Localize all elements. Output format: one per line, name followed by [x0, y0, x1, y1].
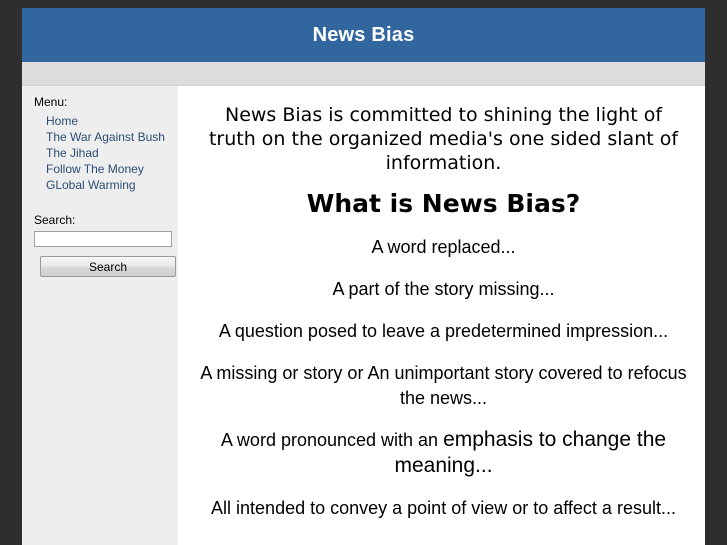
list-item: GLobal Warming: [46, 177, 178, 193]
list-item: The War Against Bush: [46, 129, 178, 145]
emphasis-lead-text: A word pronounced with an: [220, 430, 444, 450]
sidebar: Menu: Home The War Against Bush The Jiha…: [22, 86, 178, 545]
closing-paragraph: All intended to convey a point of view o…: [211, 498, 676, 518]
search-input[interactable]: [34, 231, 172, 247]
content-columns: Menu: Home The War Against Bush The Jiha…: [22, 86, 705, 545]
page-container: News Bias Menu: Home The War Against Bus…: [22, 8, 705, 545]
search-button[interactable]: Search: [40, 256, 176, 277]
body-paragraph-5: A word pronounced with an emphasis to ch…: [200, 427, 687, 479]
intro-paragraph: News Bias is committed to shining the li…: [208, 104, 679, 174]
site-header: News Bias: [22, 8, 705, 62]
sidebar-item-the-jihad[interactable]: The Jihad: [46, 146, 99, 160]
list-item: Follow The Money: [46, 161, 178, 177]
body-paragraph-4: A missing or story or An unimportant sto…: [200, 363, 687, 408]
sidebar-menu: Home The War Against Bush The Jihad Foll…: [34, 113, 178, 193]
sidebar-item-global-warming[interactable]: GLobal Warming: [46, 178, 136, 192]
list-item: The Jihad: [46, 145, 178, 161]
body-paragraph-3: A question posed to leave a predetermine…: [218, 321, 669, 341]
menu-label: Menu:: [34, 95, 68, 109]
nav-strip: [22, 62, 705, 86]
search-label: Search:: [34, 213, 76, 227]
body-paragraph-1: A word replaced...: [371, 237, 516, 257]
body-paragraph-2: A part of the story missing...: [332, 279, 555, 299]
sidebar-item-the-war-against-bush[interactable]: The War Against Bush: [46, 130, 165, 144]
site-title: News Bias: [312, 23, 415, 46]
page-title: What is News Bias?: [306, 189, 581, 218]
list-item: Home: [46, 113, 178, 129]
sidebar-item-home[interactable]: Home: [46, 114, 78, 128]
sidebar-item-follow-the-money[interactable]: Follow The Money: [46, 162, 144, 176]
main-content: News Bias is committed to shining the li…: [178, 86, 705, 545]
